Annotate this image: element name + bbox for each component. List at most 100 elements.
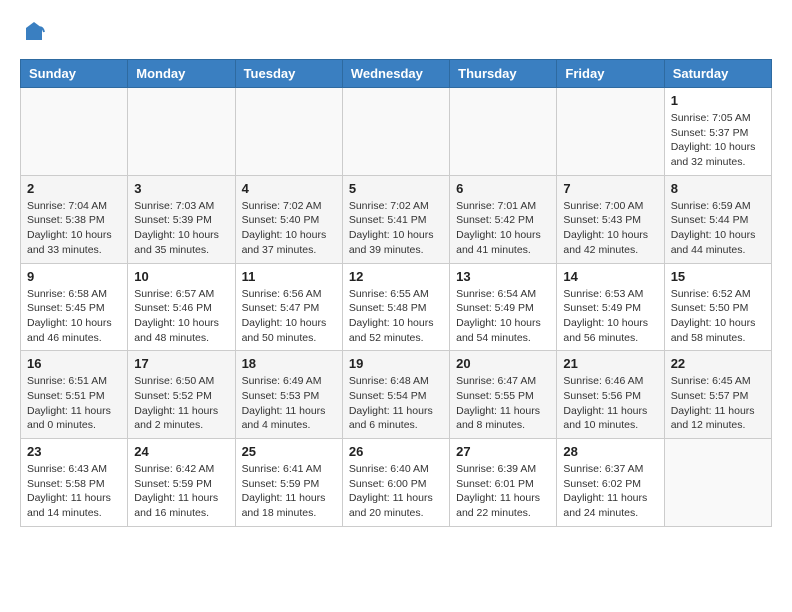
calendar-cell bbox=[21, 88, 128, 176]
day-number: 26 bbox=[349, 444, 443, 459]
weekday-header-thursday: Thursday bbox=[450, 60, 557, 88]
day-info: Sunrise: 6:40 AM Sunset: 6:00 PM Dayligh… bbox=[349, 462, 443, 521]
day-number: 20 bbox=[456, 356, 550, 371]
day-info: Sunrise: 6:48 AM Sunset: 5:54 PM Dayligh… bbox=[349, 374, 443, 433]
calendar-cell: 25 Sunrise: 6:41 AM Sunset: 5:59 PM Dayli… bbox=[235, 439, 342, 527]
calendar-cell: 4 Sunrise: 7:02 AM Sunset: 5:40 PM Daylig… bbox=[235, 175, 342, 263]
day-info: Sunrise: 7:02 AM Sunset: 5:41 PM Dayligh… bbox=[349, 199, 443, 258]
weekday-header-row: SundayMondayTuesdayWednesdayThursdayFrid… bbox=[21, 60, 772, 88]
day-number: 8 bbox=[671, 181, 765, 196]
calendar-cell: 17 Sunrise: 6:50 AM Sunset: 5:52 PM Dayli… bbox=[128, 351, 235, 439]
day-info: Sunrise: 7:02 AM Sunset: 5:40 PM Dayligh… bbox=[242, 199, 336, 258]
calendar-cell: 24 Sunrise: 6:42 AM Sunset: 5:59 PM Dayli… bbox=[128, 439, 235, 527]
day-number: 10 bbox=[134, 269, 228, 284]
day-info: Sunrise: 6:55 AM Sunset: 5:48 PM Dayligh… bbox=[349, 287, 443, 346]
page-header bbox=[20, 20, 772, 49]
week-row-4: 16 Sunrise: 6:51 AM Sunset: 5:51 PM Dayli… bbox=[21, 351, 772, 439]
day-number: 11 bbox=[242, 269, 336, 284]
day-number: 15 bbox=[671, 269, 765, 284]
day-info: Sunrise: 6:45 AM Sunset: 5:57 PM Dayligh… bbox=[671, 374, 765, 433]
day-info: Sunrise: 6:58 AM Sunset: 5:45 PM Dayligh… bbox=[27, 287, 121, 346]
day-number: 27 bbox=[456, 444, 550, 459]
calendar-cell: 15 Sunrise: 6:52 AM Sunset: 5:50 PM Dayli… bbox=[664, 263, 771, 351]
week-row-1: 1 Sunrise: 7:05 AM Sunset: 5:37 PM Daylig… bbox=[21, 88, 772, 176]
day-info: Sunrise: 6:47 AM Sunset: 5:55 PM Dayligh… bbox=[456, 374, 550, 433]
day-info: Sunrise: 6:49 AM Sunset: 5:53 PM Dayligh… bbox=[242, 374, 336, 433]
day-info: Sunrise: 7:03 AM Sunset: 5:39 PM Dayligh… bbox=[134, 199, 228, 258]
weekday-header-wednesday: Wednesday bbox=[342, 60, 449, 88]
logo bbox=[20, 20, 46, 49]
day-info: Sunrise: 6:52 AM Sunset: 5:50 PM Dayligh… bbox=[671, 287, 765, 346]
day-info: Sunrise: 6:41 AM Sunset: 5:59 PM Dayligh… bbox=[242, 462, 336, 521]
weekday-header-saturday: Saturday bbox=[664, 60, 771, 88]
day-info: Sunrise: 6:46 AM Sunset: 5:56 PM Dayligh… bbox=[563, 374, 657, 433]
week-row-3: 9 Sunrise: 6:58 AM Sunset: 5:45 PM Daylig… bbox=[21, 263, 772, 351]
day-info: Sunrise: 6:50 AM Sunset: 5:52 PM Dayligh… bbox=[134, 374, 228, 433]
calendar-cell: 21 Sunrise: 6:46 AM Sunset: 5:56 PM Dayli… bbox=[557, 351, 664, 439]
calendar-cell: 1 Sunrise: 7:05 AM Sunset: 5:37 PM Daylig… bbox=[664, 88, 771, 176]
day-number: 13 bbox=[456, 269, 550, 284]
calendar-cell: 7 Sunrise: 7:00 AM Sunset: 5:43 PM Daylig… bbox=[557, 175, 664, 263]
day-number: 9 bbox=[27, 269, 121, 284]
day-number: 23 bbox=[27, 444, 121, 459]
day-number: 17 bbox=[134, 356, 228, 371]
day-number: 18 bbox=[242, 356, 336, 371]
day-number: 2 bbox=[27, 181, 121, 196]
day-info: Sunrise: 6:57 AM Sunset: 5:46 PM Dayligh… bbox=[134, 287, 228, 346]
day-info: Sunrise: 6:37 AM Sunset: 6:02 PM Dayligh… bbox=[563, 462, 657, 521]
calendar-cell bbox=[342, 88, 449, 176]
day-number: 7 bbox=[563, 181, 657, 196]
calendar-cell bbox=[128, 88, 235, 176]
weekday-header-monday: Monday bbox=[128, 60, 235, 88]
day-info: Sunrise: 6:56 AM Sunset: 5:47 PM Dayligh… bbox=[242, 287, 336, 346]
calendar-cell: 2 Sunrise: 7:04 AM Sunset: 5:38 PM Daylig… bbox=[21, 175, 128, 263]
day-number: 16 bbox=[27, 356, 121, 371]
day-info: Sunrise: 7:01 AM Sunset: 5:42 PM Dayligh… bbox=[456, 199, 550, 258]
week-row-5: 23 Sunrise: 6:43 AM Sunset: 5:58 PM Dayli… bbox=[21, 439, 772, 527]
calendar-cell: 22 Sunrise: 6:45 AM Sunset: 5:57 PM Dayli… bbox=[664, 351, 771, 439]
calendar-cell: 12Sunrise: 6:55 AM Sunset: 5:48 PM Dayli… bbox=[342, 263, 449, 351]
calendar-cell: 28Sunrise: 6:37 AM Sunset: 6:02 PM Dayli… bbox=[557, 439, 664, 527]
calendar-cell: 14 Sunrise: 6:53 AM Sunset: 5:49 PM Dayli… bbox=[557, 263, 664, 351]
calendar-cell: 6 Sunrise: 7:01 AM Sunset: 5:42 PM Daylig… bbox=[450, 175, 557, 263]
day-info: Sunrise: 6:53 AM Sunset: 5:49 PM Dayligh… bbox=[563, 287, 657, 346]
day-number: 6 bbox=[456, 181, 550, 196]
calendar-cell: 18 Sunrise: 6:49 AM Sunset: 5:53 PM Dayli… bbox=[235, 351, 342, 439]
day-number: 14 bbox=[563, 269, 657, 284]
calendar-cell: 20 Sunrise: 6:47 AM Sunset: 5:55 PM Dayli… bbox=[450, 351, 557, 439]
day-info: Sunrise: 7:00 AM Sunset: 5:43 PM Dayligh… bbox=[563, 199, 657, 258]
calendar-cell bbox=[664, 439, 771, 527]
calendar: SundayMondayTuesdayWednesdayThursdayFrid… bbox=[20, 59, 772, 527]
day-info: Sunrise: 7:04 AM Sunset: 5:38 PM Dayligh… bbox=[27, 199, 121, 258]
day-info: Sunrise: 6:42 AM Sunset: 5:59 PM Dayligh… bbox=[134, 462, 228, 521]
calendar-cell: 3Sunrise: 7:03 AM Sunset: 5:39 PM Daylig… bbox=[128, 175, 235, 263]
calendar-cell: 11 Sunrise: 6:56 AM Sunset: 5:47 PM Dayli… bbox=[235, 263, 342, 351]
day-info: Sunrise: 6:39 AM Sunset: 6:01 PM Dayligh… bbox=[456, 462, 550, 521]
day-number: 24 bbox=[134, 444, 228, 459]
logo-icon bbox=[22, 20, 46, 44]
calendar-cell bbox=[235, 88, 342, 176]
weekday-header-friday: Friday bbox=[557, 60, 664, 88]
calendar-cell: 16 Sunrise: 6:51 AM Sunset: 5:51 PM Dayli… bbox=[21, 351, 128, 439]
day-number: 25 bbox=[242, 444, 336, 459]
calendar-cell: 19 Sunrise: 6:48 AM Sunset: 5:54 PM Dayli… bbox=[342, 351, 449, 439]
week-row-2: 2 Sunrise: 7:04 AM Sunset: 5:38 PM Daylig… bbox=[21, 175, 772, 263]
day-number: 19 bbox=[349, 356, 443, 371]
calendar-cell bbox=[557, 88, 664, 176]
day-number: 22 bbox=[671, 356, 765, 371]
calendar-cell: 27 Sunrise: 6:39 AM Sunset: 6:01 PM Dayli… bbox=[450, 439, 557, 527]
weekday-header-sunday: Sunday bbox=[21, 60, 128, 88]
calendar-cell: 8 Sunrise: 6:59 AM Sunset: 5:44 PM Daylig… bbox=[664, 175, 771, 263]
day-info: Sunrise: 6:43 AM Sunset: 5:58 PM Dayligh… bbox=[27, 462, 121, 521]
calendar-cell: 9 Sunrise: 6:58 AM Sunset: 5:45 PM Daylig… bbox=[21, 263, 128, 351]
day-number: 21 bbox=[563, 356, 657, 371]
weekday-header-tuesday: Tuesday bbox=[235, 60, 342, 88]
day-info: Sunrise: 6:51 AM Sunset: 5:51 PM Dayligh… bbox=[27, 374, 121, 433]
day-info: Sunrise: 6:59 AM Sunset: 5:44 PM Dayligh… bbox=[671, 199, 765, 258]
day-info: Sunrise: 7:05 AM Sunset: 5:37 PM Dayligh… bbox=[671, 111, 765, 170]
day-number: 4 bbox=[242, 181, 336, 196]
calendar-cell: 10 Sunrise: 6:57 AM Sunset: 5:46 PM Dayli… bbox=[128, 263, 235, 351]
calendar-cell bbox=[450, 88, 557, 176]
day-number: 1 bbox=[671, 93, 765, 108]
calendar-cell: 23 Sunrise: 6:43 AM Sunset: 5:58 PM Dayli… bbox=[21, 439, 128, 527]
